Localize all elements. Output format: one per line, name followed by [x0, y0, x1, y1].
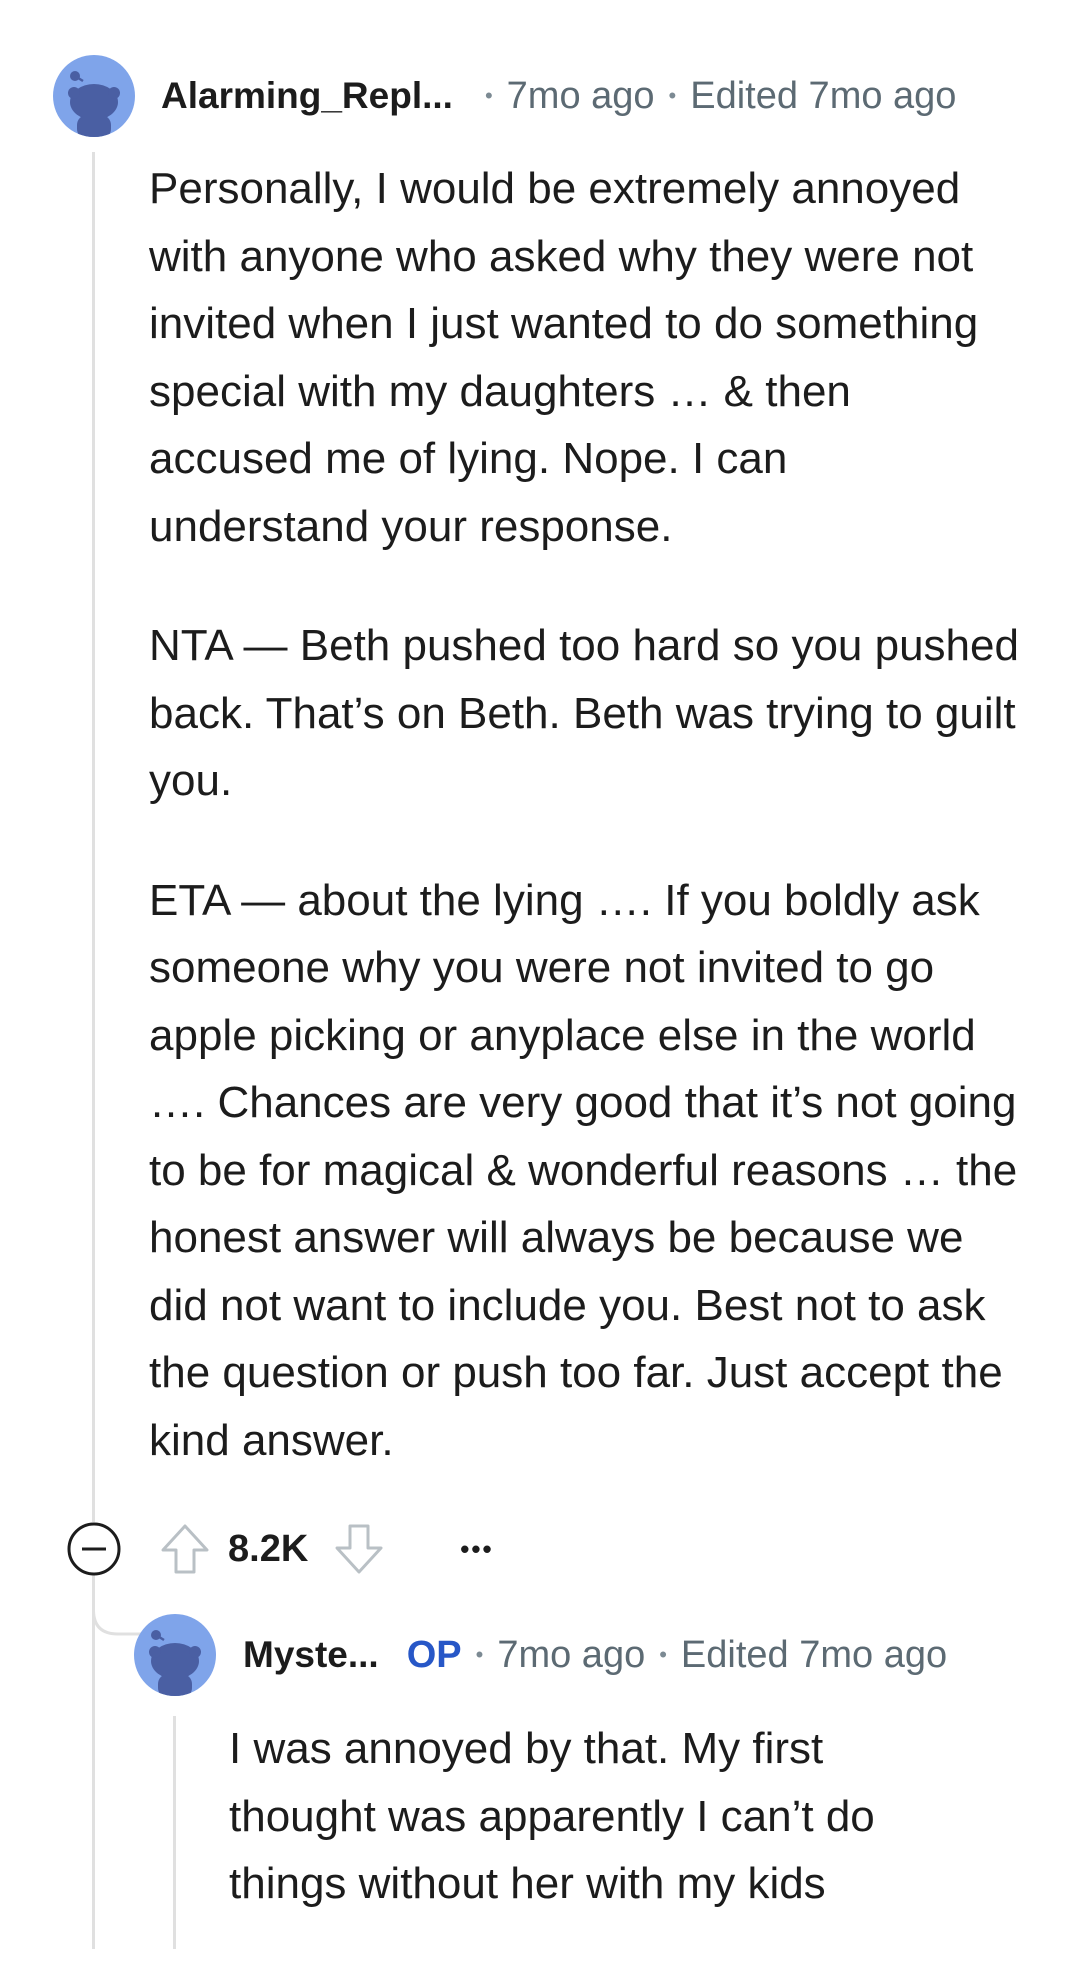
collapse-minus-icon[interactable]	[66, 1521, 122, 1577]
reply-body: I was annoyed by that. My first thought …	[229, 1715, 949, 1970]
op-badge: OP	[406, 1633, 462, 1676]
reply-avatar[interactable]	[134, 1614, 216, 1696]
reply-edited-label: Edited 7mo ago	[680, 1633, 948, 1676]
thread-line-main	[92, 152, 95, 1522]
meta-separator: •	[668, 83, 677, 108]
comment-body: Personally, I would be extremely annoyed…	[149, 155, 1019, 1526]
reply-meta: Myste... OP • 7mo ago • Edited 7mo ago	[243, 1629, 947, 1681]
thread-line-reply	[173, 1716, 176, 1949]
timestamp: 7mo ago	[506, 74, 655, 117]
comment-paragraph: Personally, I would be extremely annoyed…	[149, 164, 979, 551]
upvote-arrow-icon[interactable]	[158, 1522, 212, 1576]
avatar[interactable]	[53, 55, 135, 137]
meta-separator: •	[484, 83, 493, 108]
username[interactable]: Alarming_Repl...	[161, 75, 453, 117]
edited-label: Edited 7mo ago	[690, 74, 957, 117]
snoo-avatar-icon	[68, 71, 120, 137]
comment-paragraph: NTA — Beth pushed too hard so you pushed…	[149, 621, 1019, 805]
comment-meta: Alarming_Repl... • 7mo ago • Edited 7mo …	[161, 70, 956, 122]
vote-score: 8.2K	[228, 1527, 309, 1570]
comment-paragraph: ETA — about the lying …. If you boldly a…	[149, 875, 1018, 1465]
reply-timestamp: 7mo ago	[497, 1633, 646, 1676]
downvote-arrow-icon[interactable]	[332, 1522, 386, 1576]
comment-action-bar: 8.2K •••	[66, 1520, 494, 1578]
reply-paragraph: I was annoyed by that. My first thought …	[229, 1724, 875, 1908]
meta-separator: •	[659, 1642, 667, 1667]
meta-separator: •	[475, 1642, 484, 1667]
more-dots-icon[interactable]: •••	[460, 1534, 493, 1565]
reply-username[interactable]: Myste...	[243, 1634, 379, 1676]
snoo-avatar-icon	[149, 1630, 201, 1696]
